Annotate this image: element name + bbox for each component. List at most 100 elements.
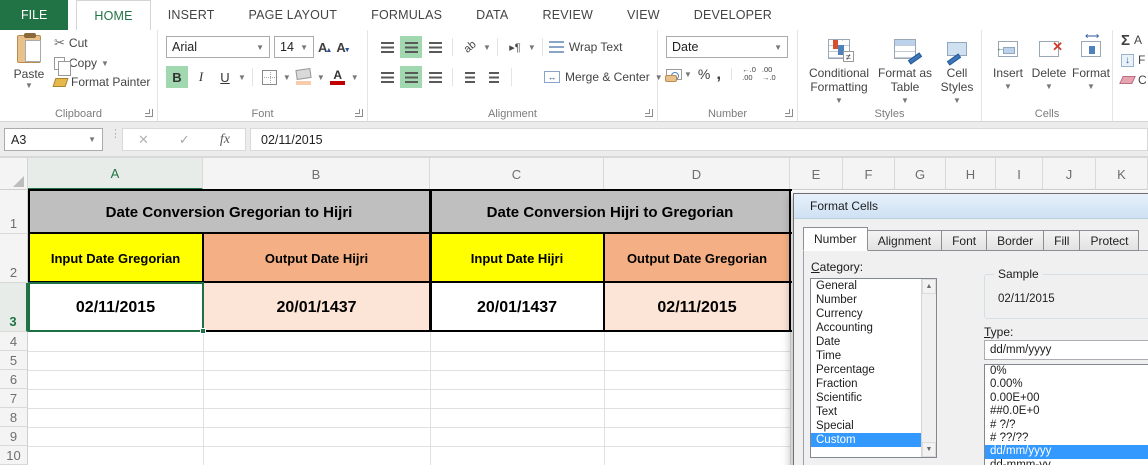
cut-button[interactable]: ✂ Cut: [54, 35, 150, 51]
type-option[interactable]: 0%: [985, 365, 1148, 378]
cell-c1-title[interactable]: Date Conversion Hijri to Gregorian: [430, 190, 790, 234]
merge-center-button[interactable]: ↔ Merge & Center ▼: [544, 70, 663, 84]
scroll-down-icon[interactable]: ▼: [922, 442, 936, 457]
tab-file[interactable]: FILE: [0, 0, 69, 30]
category-option[interactable]: Time: [811, 349, 936, 363]
dialog-title-bar[interactable]: Format Cells: [794, 194, 1148, 219]
percent-style-button[interactable]: %: [698, 66, 710, 82]
fill-button[interactable]: ↓ F: [1113, 50, 1148, 70]
type-option[interactable]: # ??/??: [985, 432, 1148, 445]
accounting-format-button[interactable]: ▼: [665, 68, 692, 82]
category-option[interactable]: Number: [811, 293, 936, 307]
category-option[interactable]: Currency: [811, 307, 936, 321]
column-header-a[interactable]: A: [28, 158, 203, 190]
align-middle-button[interactable]: [400, 36, 422, 58]
font-name-select[interactable]: Arial ▼: [166, 36, 270, 58]
row-header-5[interactable]: 5: [0, 351, 28, 370]
column-header-b[interactable]: B: [203, 158, 430, 190]
tab-view[interactable]: VIEW: [610, 0, 677, 30]
type-option[interactable]: 0.00E+00: [985, 392, 1148, 405]
font-color-button[interactable]: A: [327, 66, 349, 88]
row-header-6[interactable]: 6: [0, 370, 28, 389]
cell-c2-header[interactable]: Input Date Hijri: [430, 234, 604, 283]
underline-button[interactable]: U: [214, 66, 236, 88]
font-size-select[interactable]: 14 ▼: [274, 36, 314, 58]
align-left-button[interactable]: [376, 66, 398, 88]
align-top-button[interactable]: [376, 36, 398, 58]
number-dialog-launcher-icon[interactable]: [785, 109, 793, 117]
borders-button[interactable]: [259, 66, 281, 88]
dialog-tab-protection[interactable]: Protect: [1080, 230, 1140, 251]
tab-developer[interactable]: DEVELOPER: [677, 0, 789, 30]
clipboard-dialog-launcher-icon[interactable]: [145, 109, 153, 117]
cell-b2-header[interactable]: Output Date Hijri: [203, 234, 430, 283]
tab-insert[interactable]: INSERT: [151, 0, 232, 30]
category-option[interactable]: General: [811, 279, 936, 293]
italic-button[interactable]: I: [190, 66, 212, 88]
number-format-select[interactable]: Date ▼: [666, 36, 788, 58]
delete-cells-button[interactable]: Delete▼: [1028, 34, 1070, 94]
column-header-e[interactable]: E: [790, 158, 843, 190]
category-option[interactable]: Fraction: [811, 377, 936, 391]
cell-a2-header[interactable]: Input Date Gregorian: [28, 234, 203, 283]
dialog-tab-font[interactable]: Font: [942, 230, 988, 251]
type-option[interactable]: 0.00%: [985, 378, 1148, 391]
chevron-down-icon[interactable]: ▼: [351, 73, 359, 82]
category-option[interactable]: Accounting: [811, 321, 936, 335]
column-header-f[interactable]: F: [843, 158, 895, 190]
column-header-k[interactable]: K: [1096, 158, 1148, 190]
cell-b3-value[interactable]: 20/01/1437: [203, 283, 430, 332]
clear-button[interactable]: C: [1113, 70, 1148, 90]
orientation-button[interactable]: ab: [459, 36, 481, 58]
tab-data[interactable]: DATA: [459, 0, 525, 30]
row-header-7[interactable]: 7: [0, 389, 28, 408]
align-right-button[interactable]: [424, 66, 446, 88]
column-header-g[interactable]: G: [895, 158, 946, 190]
fill-handle[interactable]: [200, 328, 206, 334]
dialog-tab-number[interactable]: Number: [803, 227, 868, 251]
category-option-selected[interactable]: Custom: [811, 433, 936, 447]
fill-color-button[interactable]: [293, 66, 315, 88]
type-input[interactable]: dd/mm/yyyy: [984, 340, 1148, 360]
autosum-button[interactable]: ΣA: [1113, 30, 1148, 50]
increase-font-size-icon[interactable]: A▲: [318, 40, 332, 55]
alignment-dialog-launcher-icon[interactable]: [645, 109, 653, 117]
column-header-j[interactable]: J: [1043, 158, 1096, 190]
select-all-corner[interactable]: [0, 158, 28, 190]
comma-style-button[interactable]: ,: [716, 65, 721, 82]
chevron-down-icon[interactable]: ▼: [528, 43, 536, 52]
cell-d3-value[interactable]: 02/11/2015: [604, 283, 790, 332]
type-option[interactable]: dd-mmm-yy: [985, 459, 1148, 465]
category-option[interactable]: Date: [811, 335, 936, 349]
category-option[interactable]: Special: [811, 419, 936, 433]
conditional-formatting-button[interactable]: ≠ Conditional Formatting ▼: [806, 34, 872, 108]
chevron-down-icon[interactable]: ▼: [483, 43, 491, 52]
paste-button[interactable]: Paste ▼: [7, 33, 51, 101]
name-box[interactable]: A3 ▼: [4, 128, 103, 151]
category-option[interactable]: Text: [811, 405, 936, 419]
category-scrollbar[interactable]: ▲ ▼: [921, 279, 936, 457]
decrease-decimal-icon[interactable]: .00 →.0: [762, 66, 776, 82]
type-option[interactable]: ##0.0E+0: [985, 405, 1148, 418]
cell-d2-header[interactable]: Output Date Gregorian: [604, 234, 790, 283]
category-option[interactable]: Percentage: [811, 363, 936, 377]
format-cells-button[interactable]: Format▼: [1070, 30, 1112, 94]
insert-function-icon[interactable]: fx: [220, 132, 230, 148]
dialog-tab-fill[interactable]: Fill: [1044, 230, 1081, 251]
row-header-10[interactable]: 10: [0, 446, 28, 465]
formula-input[interactable]: 02/11/2015: [250, 128, 1148, 151]
cell-styles-button[interactable]: Cell Styles ▼: [936, 34, 978, 108]
chevron-down-icon[interactable]: ▼: [283, 73, 291, 82]
dialog-tab-border[interactable]: Border: [987, 230, 1045, 251]
copy-button[interactable]: Copy ▼: [54, 56, 150, 76]
row-header-3[interactable]: 3: [0, 283, 28, 332]
type-option[interactable]: # ?/?: [985, 419, 1148, 432]
format-as-table-button[interactable]: Format as Table ▼: [876, 34, 934, 108]
category-option[interactable]: Scientific: [811, 391, 936, 405]
type-option-selected[interactable]: dd/mm/yyyy: [985, 445, 1148, 459]
row-header-2[interactable]: 2: [0, 234, 28, 283]
row-header-1[interactable]: 1: [0, 190, 28, 234]
bold-button[interactable]: B: [166, 66, 188, 88]
column-header-c[interactable]: C: [430, 158, 604, 190]
cancel-icon[interactable]: ✕: [138, 132, 149, 148]
